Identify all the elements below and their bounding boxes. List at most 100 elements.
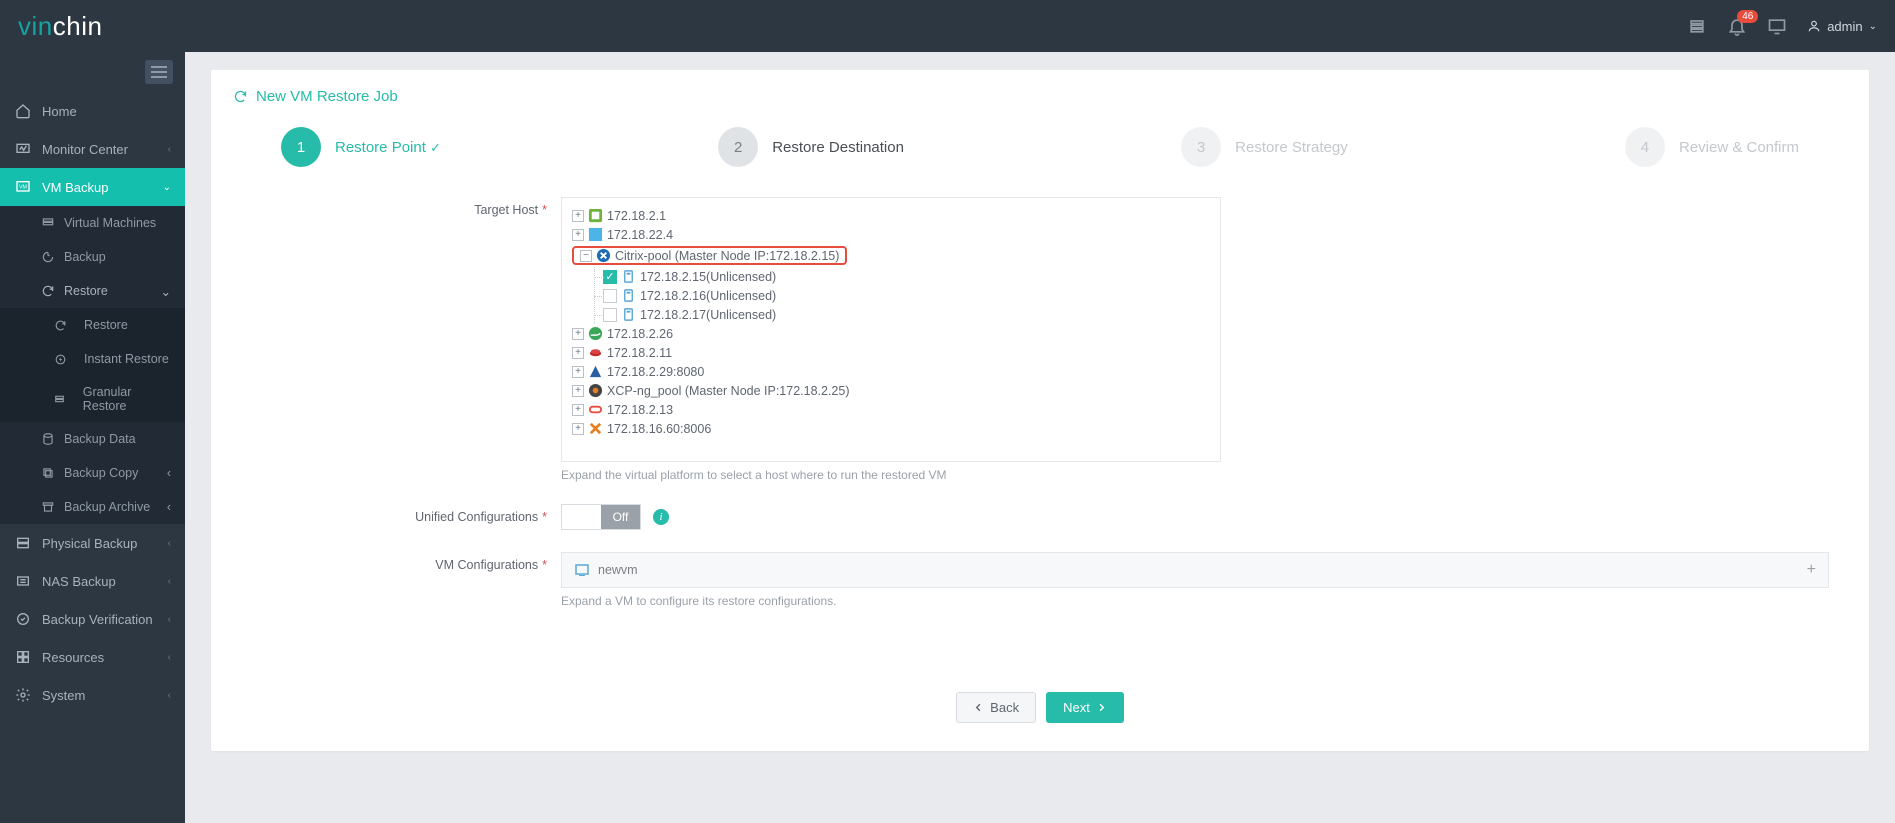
backup-icon [40,249,56,265]
wizard-panel: New VM Restore Job 1 Restore Point ✓ 2 R… [211,70,1869,751]
home-icon [14,102,32,120]
expand-icon[interactable]: + [572,210,584,222]
checkbox-checked[interactable]: ✓ [603,270,617,284]
proxmox-icon [588,421,603,436]
nas-icon [14,572,32,590]
host-node[interactable]: + 172.18.2.13 [572,400,1210,419]
host-child[interactable]: 172.18.2.16(Unlicensed) [595,286,1210,305]
expand-icon[interactable]: + [572,366,584,378]
nav-nas-label: NAS Backup [42,574,116,589]
nav-backup-data-label: Backup Data [64,432,136,446]
jobs-icon[interactable] [1687,16,1707,36]
chevron-left-icon: ‹ [168,614,171,625]
info-icon[interactable]: i [653,509,669,525]
highlighted-host: − Citrix-pool (Master Node IP:172.18.2.1… [572,246,847,265]
host-icon [621,307,636,322]
expand-icon[interactable]: + [572,229,584,241]
granular-icon [52,391,67,407]
nav-backup-archive[interactable]: Backup Archive ‹ [0,490,185,524]
nav-monitor[interactable]: Monitor Center ‹ [0,130,185,168]
screen-icon[interactable] [1767,16,1787,36]
host-child-label: 172.18.2.15(Unlicensed) [640,270,776,284]
expand-icon[interactable]: + [572,385,584,397]
server-icon [14,534,32,552]
host-label: 172.18.2.13 [607,403,673,417]
host-node[interactable]: + 172.18.2.29:8080 [572,362,1210,381]
chevron-left-icon: ‹ [167,500,171,514]
next-button[interactable]: Next [1046,692,1124,723]
nav-verify-label: Backup Verification [42,612,153,627]
expand-icon[interactable]: + [572,347,584,359]
expand-icon[interactable]: + [572,404,584,416]
sidebar: Home Monitor Center ‹ VM VM Backup ⌄ Vir… [0,52,185,823]
step-1[interactable]: 1 Restore Point ✓ [281,127,441,167]
unified-toggle[interactable]: Off [561,504,641,530]
nav-restore-sub[interactable]: Restore [0,308,185,342]
checkbox[interactable] [603,308,617,322]
expand-icon[interactable]: + [572,328,584,340]
expand-icon[interactable]: + [572,423,584,435]
nav-restore[interactable]: Restore ⌄ [0,274,185,308]
step-2[interactable]: 2 Restore Destination [718,127,904,167]
host-node[interactable]: + 172.18.2.11 [572,343,1210,362]
nav-backup-copy[interactable]: Backup Copy ‹ [0,456,185,490]
nav-physical-label: Physical Backup [42,536,137,551]
oracle-icon [588,402,603,417]
notification-icon[interactable]: 46 [1727,16,1747,36]
host-child-label: 172.18.2.16(Unlicensed) [640,289,776,303]
vm-config-row[interactable]: newvm + [561,552,1829,588]
nav-nas[interactable]: NAS Backup ‹ [0,562,185,600]
nav-system[interactable]: System ‹ [0,676,185,714]
nav-instant-restore[interactable]: Instant Restore [0,342,185,376]
vm-config-help: Expand a VM to configure its restore con… [561,594,1829,608]
step-3[interactable]: 3 Restore Strategy [1181,127,1348,167]
back-button[interactable]: Back [956,692,1036,723]
vmware-icon [588,208,603,223]
wizard-footer: Back Next [211,692,1869,727]
nav-virtual-machines[interactable]: Virtual Machines [0,206,185,240]
nav-backup[interactable]: Backup [0,240,185,274]
host-label: 172.18.22.4 [607,228,673,242]
restore-icon [40,283,56,299]
host-node[interactable]: + 172.18.2.1 [572,206,1210,225]
host-label: Citrix-pool (Master Node IP:172.18.2.15) [615,249,839,263]
host-node[interactable]: + 172.18.16.60:8006 [572,419,1210,438]
checkbox[interactable] [603,289,617,303]
expand-vm-icon[interactable]: + [1807,561,1816,579]
verify-icon [14,610,32,628]
back-label: Back [990,700,1019,715]
step-2-label: Restore Destination [772,139,904,156]
nav-home[interactable]: Home [0,92,185,130]
arrow-right-icon [1096,702,1107,713]
vm-name: newvm [598,563,638,577]
nav-backup-data[interactable]: Backup Data [0,422,185,456]
vm-config-label: VM Configurations* [231,552,561,608]
step-2-num: 2 [718,127,758,167]
redhat-icon [588,345,603,360]
nav-granular-restore[interactable]: Granular Restore [0,376,185,422]
chevron-left-icon: ‹ [168,576,171,587]
collapse-icon[interactable]: − [580,250,592,262]
user-menu[interactable]: admin ⌄ [1807,19,1877,34]
sidebar-toggle[interactable] [145,60,173,84]
host-child[interactable]: 172.18.2.17(Unlicensed) [595,305,1210,324]
host-node[interactable]: + XCP-ng_pool (Master Node IP:172.18.2.2… [572,381,1210,400]
host-child[interactable]: ✓ 172.18.2.15(Unlicensed) [595,267,1210,286]
host-node[interactable]: + 172.18.22.4 [572,225,1210,244]
nav-instant-label: Instant Restore [84,352,169,366]
topbar-right: 46 admin ⌄ [1687,16,1877,36]
nav-physical[interactable]: Physical Backup ‹ [0,524,185,562]
nav-verify[interactable]: Backup Verification ‹ [0,600,185,638]
step-4[interactable]: 4 Review & Confirm [1625,127,1799,167]
host-label: 172.18.2.29:8080 [607,365,704,379]
wizard-steps: 1 Restore Point ✓ 2 Restore Destination … [211,115,1869,193]
nav-vm-backup[interactable]: VM VM Backup ⌄ [0,168,185,206]
nav-resources[interactable]: Resources ‹ [0,638,185,676]
host-tree[interactable]: + 172.18.2.1 + 172.18.22.4 − [561,197,1221,462]
host-node[interactable]: + 172.18.2.26 [572,324,1210,343]
gear-icon [14,686,32,704]
host-label: 172.18.16.60:8006 [607,422,711,436]
host-node-citrix[interactable]: − Citrix-pool (Master Node IP:172.18.2.1… [572,244,1210,267]
target-host-label: Target Host* [231,197,561,482]
archive-icon [40,499,56,515]
